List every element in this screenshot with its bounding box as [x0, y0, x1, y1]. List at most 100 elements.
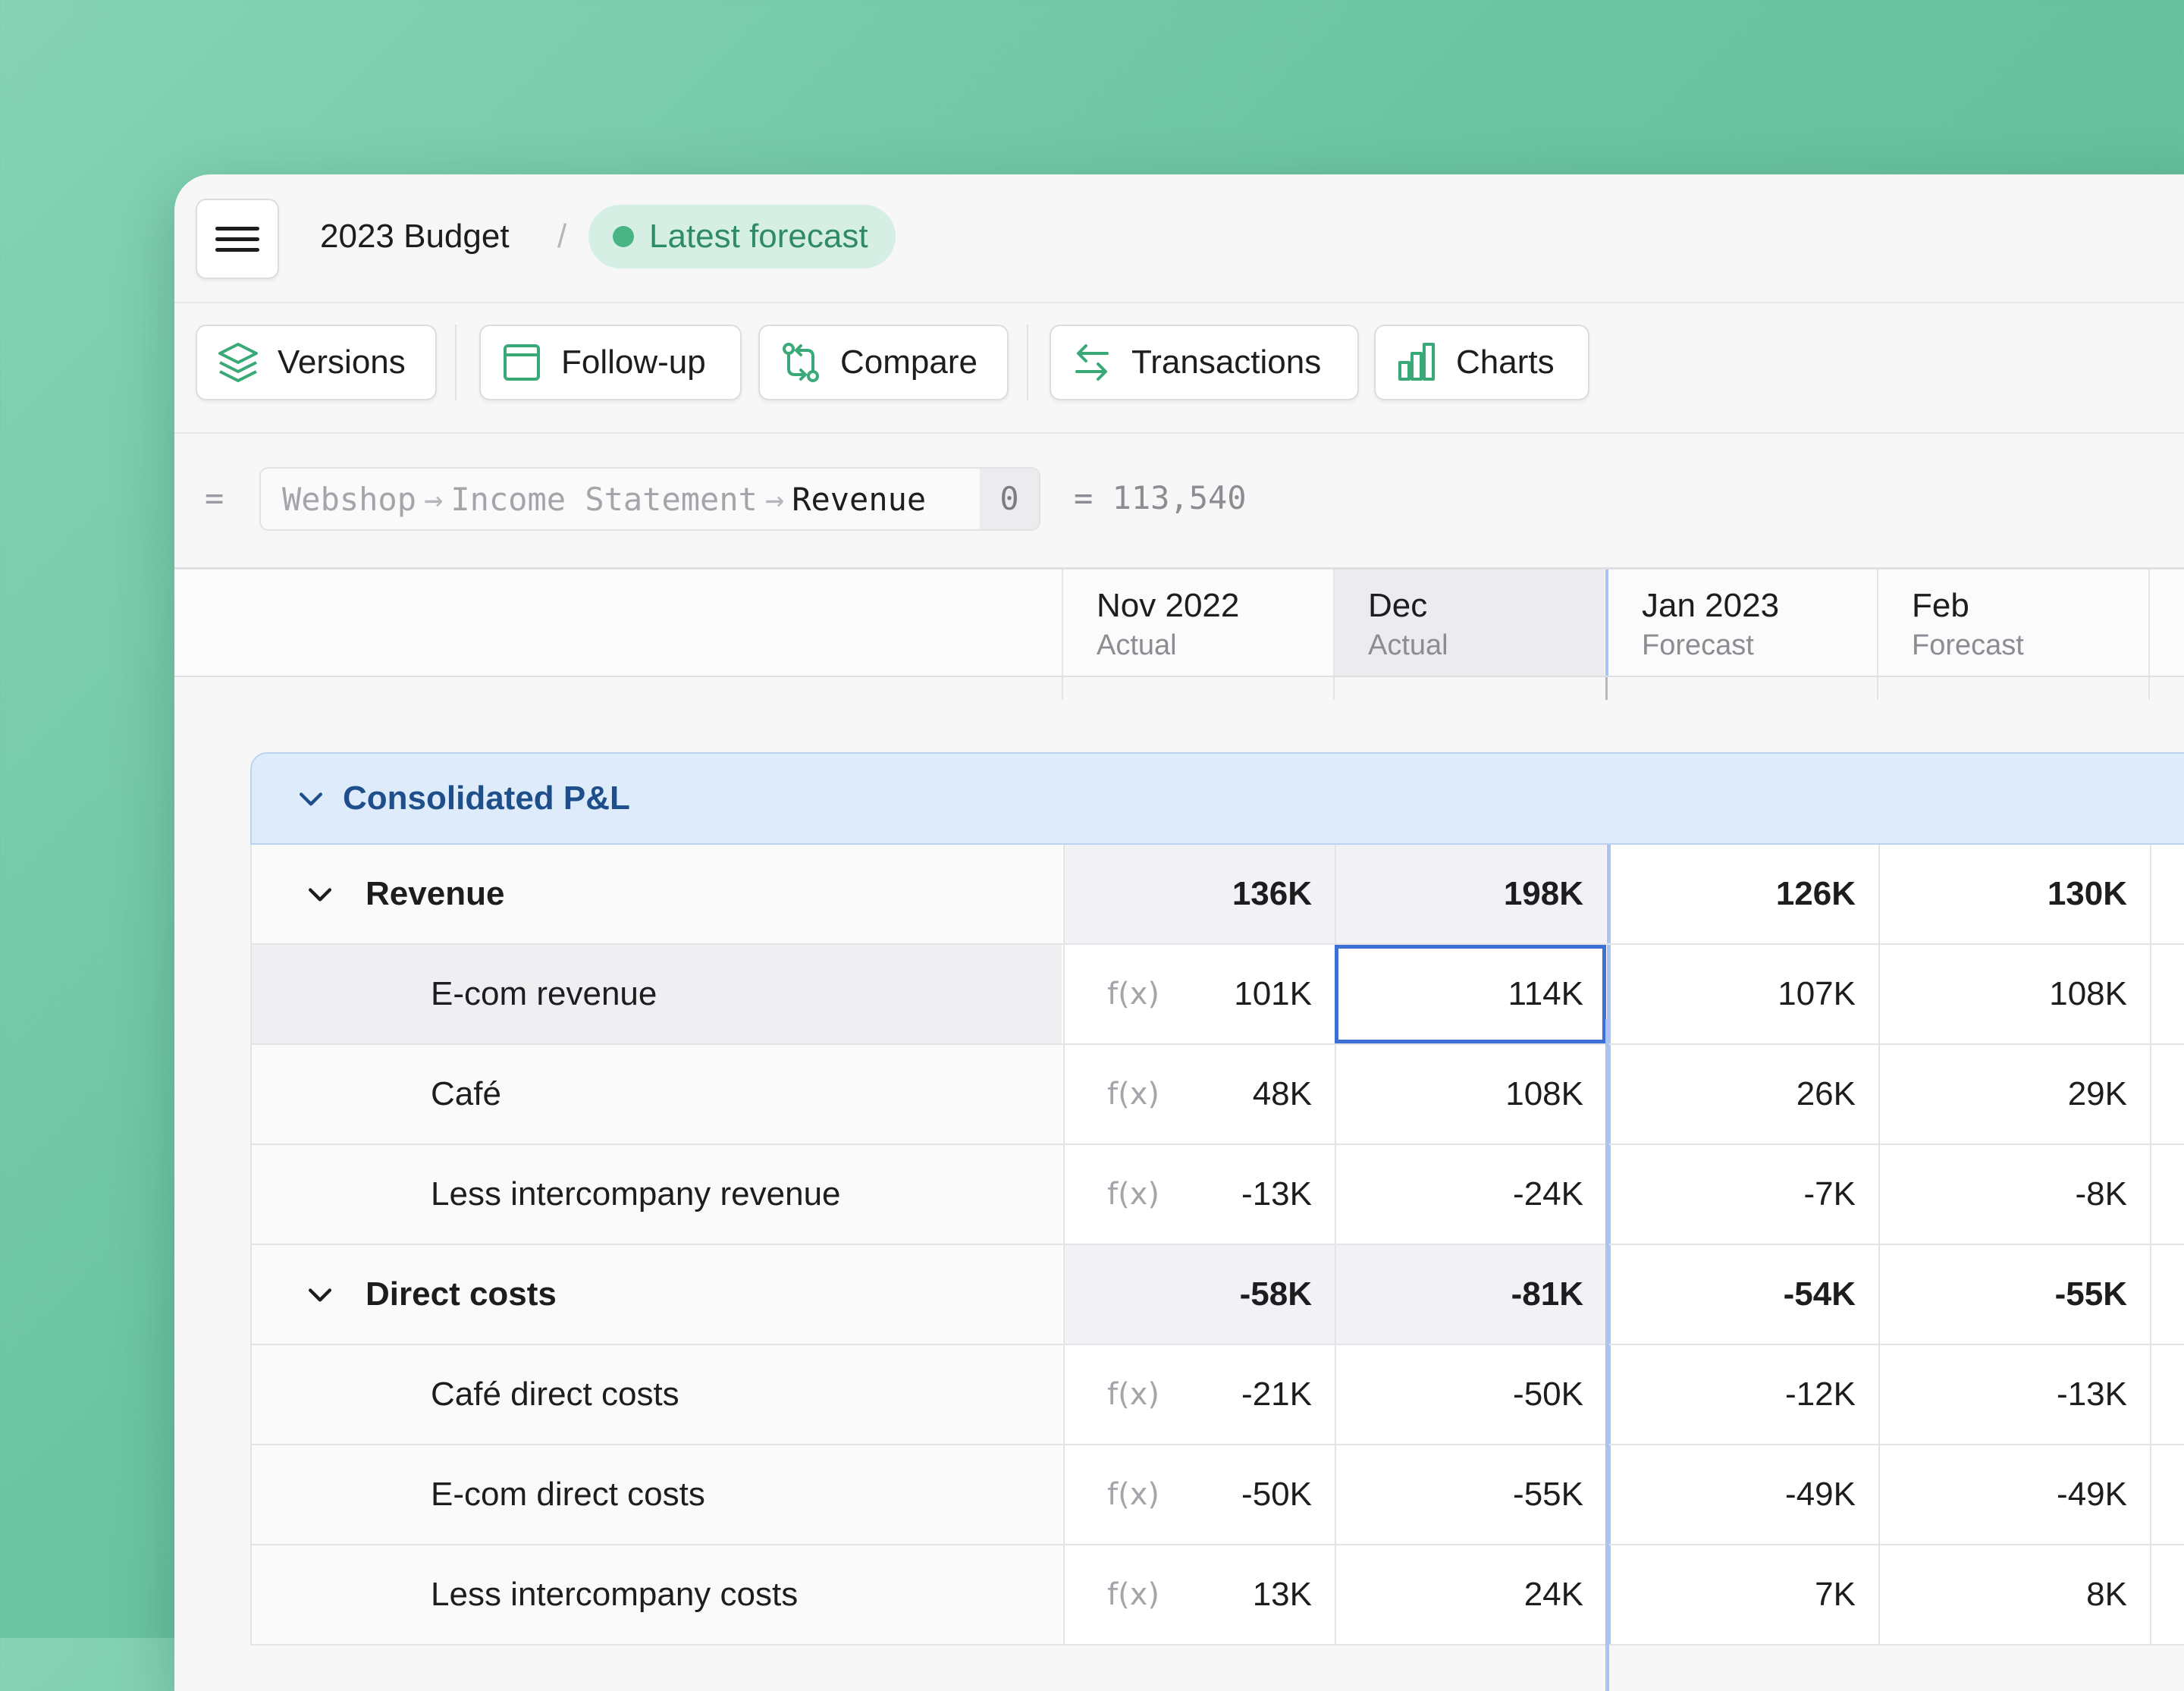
formula-input[interactable]: Webshop → Income Statement → Revenue 0 — [259, 467, 1040, 531]
value-cell[interactable] — [2150, 1545, 2184, 1644]
section-title: Consolidated P&L — [343, 780, 630, 817]
value-cell[interactable]: 24K — [1335, 1545, 1606, 1644]
value-cell[interactable]: -24K — [1335, 1145, 1606, 1244]
row-name: Café — [431, 1075, 501, 1112]
column-month: Feb — [1912, 587, 1969, 624]
chevron-down-icon[interactable] — [303, 1278, 337, 1311]
value-cell[interactable]: -50K — [1335, 1345, 1606, 1444]
top-bar: 2023 Budget / Latest forecast — [174, 174, 2184, 303]
formula-path-income-statement: Income Statement — [450, 480, 758, 518]
column-type: Forecast — [1642, 629, 1754, 661]
value-cell[interactable] — [2150, 1245, 2184, 1344]
column-header: Nov 2022 Actual Dec Actual Jan 2023 Fore… — [174, 569, 2184, 677]
menu-button[interactable] — [196, 199, 279, 279]
value-cell[interactable]: -49K — [1878, 1445, 2150, 1544]
row-name: Less intercompany revenue — [431, 1175, 841, 1213]
table-row[interactable]: Café direct costs f(x) -21K -50K -12K -13K — [250, 1345, 2184, 1445]
toolbar: Versions Follow-up Compare Transactions — [174, 303, 2184, 434]
value-cell[interactable]: -58K — [1063, 1245, 1335, 1344]
row-name: Less intercompany costs — [431, 1576, 799, 1613]
followup-button[interactable]: Follow-up — [479, 325, 742, 400]
compare-button[interactable]: Compare — [758, 325, 1009, 400]
value-cell[interactable]: 29K — [1878, 1045, 2150, 1144]
value-cell[interactable]: 108K — [1878, 945, 2150, 1043]
group-row[interactable]: Direct costs -58K -81K -54K -55K — [250, 1245, 2184, 1345]
value-cell[interactable]: 101K — [1063, 945, 1335, 1043]
column-dec[interactable]: Dec Actual — [1333, 569, 1605, 676]
arrow-right-icon: → — [424, 480, 444, 518]
value-cell[interactable]: 108K — [1335, 1045, 1606, 1144]
transactions-button[interactable]: Transactions — [1050, 325, 1359, 400]
hamburger-icon — [215, 237, 259, 241]
followup-label: Follow-up — [561, 344, 706, 381]
value-cell[interactable]: 136K — [1063, 845, 1335, 943]
value-cell[interactable]: 198K — [1335, 845, 1606, 943]
value-cell[interactable] — [2150, 945, 2184, 1043]
column-month: Jan 2023 — [1642, 587, 1780, 624]
value-cell[interactable]: -54K — [1607, 1245, 1878, 1344]
value-cell[interactable]: -55K — [1335, 1445, 1606, 1544]
table-row[interactable]: E-com direct costs f(x) -50K -55K -49K -49K — [250, 1445, 2184, 1545]
value-cell[interactable]: -81K — [1335, 1245, 1606, 1344]
table-row[interactable]: Less intercompany costs f(x) 13K 24K 7K 8K — [250, 1545, 2184, 1646]
group-row[interactable]: Revenue 136K 198K 126K 130K — [250, 845, 2184, 945]
table-row[interactable]: Café f(x) 48K 108K 26K 29K — [250, 1045, 2184, 1145]
arrows-swap-icon — [1075, 344, 1109, 381]
value-cell[interactable]: 13K — [1063, 1545, 1335, 1644]
value-cell[interactable]: 8K — [1878, 1545, 2150, 1644]
bar-chart-icon — [1398, 343, 1435, 381]
pl-grid: Consolidated P&L Revenue 136K 198K 126K 130K… — [250, 752, 2184, 1646]
table-row[interactable]: E-com revenue f(x) 101K 114K 107K 108K — [250, 945, 2184, 1045]
forecast-version-label: Latest forecast — [649, 218, 868, 255]
value-cell[interactable]: 26K — [1607, 1045, 1878, 1144]
value-cell[interactable]: -55K — [1878, 1245, 2150, 1344]
value-cell[interactable]: -50K — [1063, 1445, 1335, 1544]
value-cell[interactable]: -13K — [1063, 1145, 1335, 1244]
forecast-version-pill[interactable]: Latest forecast — [588, 205, 896, 268]
value-cell[interactable]: -7K — [1607, 1145, 1878, 1244]
formula-bar: = Webshop → Income Statement → Revenue 0… — [174, 434, 2184, 569]
value-cell[interactable] — [2150, 1445, 2184, 1544]
value-cell[interactable] — [2150, 1345, 2184, 1444]
column-type: Actual — [1097, 629, 1177, 661]
value-cell[interactable]: 7K — [1607, 1545, 1878, 1644]
git-compare-icon — [783, 343, 819, 382]
selected-cell[interactable]: 114K — [1335, 945, 1606, 1043]
breadcrumb-separator: / — [557, 218, 567, 255]
row-name: Café direct costs — [431, 1376, 679, 1413]
value-cell[interactable]: 130K — [1878, 845, 2150, 943]
table-row[interactable]: Less intercompany revenue f(x) -13K -24K -7K… — [250, 1145, 2184, 1245]
budget-title[interactable]: 2023 Budget — [320, 214, 510, 259]
toolbar-divider — [1027, 325, 1028, 400]
column-jan-2023[interactable]: Jan 2023 Forecast — [1605, 569, 1877, 676]
column-feb[interactable]: Feb Forecast — [1877, 569, 2148, 676]
value-cell[interactable] — [2150, 845, 2184, 943]
column-nov-2022[interactable]: Nov 2022 Actual — [1062, 569, 1333, 676]
value-cell[interactable]: -13K — [1878, 1345, 2150, 1444]
arrow-right-icon: → — [764, 480, 785, 518]
chevron-down-icon[interactable] — [303, 877, 337, 911]
value-cell[interactable] — [2150, 1145, 2184, 1244]
versions-label: Versions — [278, 344, 406, 381]
value-cell[interactable]: 126K — [1607, 845, 1878, 943]
charts-button[interactable]: Charts — [1374, 325, 1589, 400]
hamburger-icon — [215, 247, 259, 252]
value-cell[interactable]: 48K — [1063, 1045, 1335, 1144]
tick — [2148, 677, 2150, 700]
compare-label: Compare — [840, 344, 977, 381]
value-cell[interactable]: -12K — [1607, 1345, 1878, 1444]
column-type: Actual — [1368, 629, 1448, 661]
charts-label: Charts — [1456, 344, 1555, 381]
current-period-tick — [1605, 677, 1608, 700]
value-cell[interactable]: -21K — [1063, 1345, 1335, 1444]
versions-button[interactable]: Versions — [196, 325, 437, 400]
value-cell[interactable] — [2150, 1045, 2184, 1144]
value-cell[interactable]: 107K — [1607, 945, 1878, 1043]
chevron-down-icon[interactable] — [294, 782, 328, 815]
value-cell[interactable]: -8K — [1878, 1145, 2150, 1244]
row-label-cell[interactable] — [252, 1045, 1062, 1144]
value-cell[interactable]: -49K — [1607, 1445, 1878, 1544]
layers-icon — [218, 343, 258, 382]
column-month: Nov 2022 — [1097, 587, 1240, 624]
section-consolidated-pl[interactable]: Consolidated P&L — [250, 752, 2184, 845]
